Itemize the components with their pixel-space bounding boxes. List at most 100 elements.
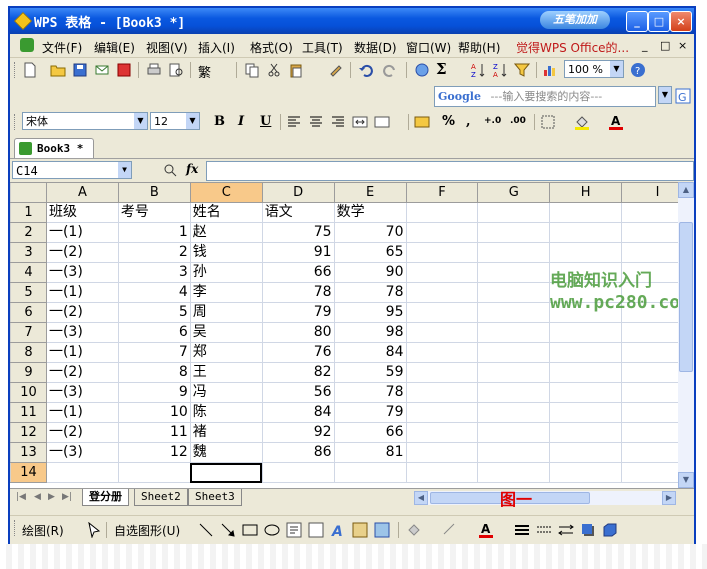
line-color-icon[interactable] [442, 522, 458, 538]
cell-b[interactable]: 12 [117, 442, 191, 463]
help-icon[interactable]: ? [630, 62, 646, 78]
cell-g[interactable] [477, 462, 551, 483]
merge-center-icon[interactable] [352, 114, 368, 130]
promo-link[interactable]: 觉得WPS Office的... [516, 39, 629, 56]
chart-icon[interactable] [542, 62, 558, 78]
cell-g[interactable] [477, 402, 551, 423]
format-painter-icon[interactable] [328, 62, 344, 78]
cell-g[interactable] [477, 282, 551, 303]
cell-c[interactable]: 陈 [189, 402, 263, 423]
menu-format[interactable]: 格式(O) [250, 39, 293, 56]
cell-d[interactable]: 82 [261, 362, 335, 383]
column-header-b[interactable]: B [117, 182, 191, 203]
autoshapes-menu-button[interactable]: 自选图形(U) [114, 522, 180, 539]
cell-g[interactable] [477, 262, 551, 283]
row-header[interactable]: 1 [10, 202, 47, 223]
row-header[interactable]: 3 [10, 242, 47, 263]
doc-restore-button[interactable]: □ [660, 39, 670, 52]
cell-g[interactable] [477, 322, 551, 343]
cell-a[interactable]: 一(2) [45, 422, 119, 443]
cell-d[interactable]: 79 [261, 302, 335, 323]
cell-d[interactable]: 56 [261, 382, 335, 403]
cell-b[interactable]: 3 [117, 262, 191, 283]
cell-h[interactable] [549, 222, 623, 243]
sheet-tab-1[interactable]: 登分册 [82, 489, 129, 506]
cell-d[interactable]: 91 [261, 242, 335, 263]
vertical-scroll-thumb[interactable] [679, 222, 693, 372]
clipart-icon[interactable] [352, 522, 368, 538]
row-header[interactable]: 8 [10, 342, 47, 363]
first-sheet-icon[interactable]: |◀ [16, 492, 26, 502]
scroll-left-icon[interactable]: ◀ [414, 491, 428, 505]
insert-function-button[interactable]: fx [186, 162, 198, 176]
save-icon[interactable] [72, 62, 88, 78]
autosum-button[interactable]: Σ [436, 60, 447, 78]
cell-d[interactable]: 语文 [261, 202, 335, 223]
menu-tools[interactable]: 工具(T) [302, 39, 343, 56]
draw-menu-button[interactable]: 绘图(R) [22, 522, 64, 539]
print-icon[interactable] [146, 62, 162, 78]
zoom-select[interactable]: 100 % ▼ [564, 60, 624, 78]
vertical-scrollbar[interactable]: ▲ ▼ [678, 182, 694, 488]
cell-e[interactable]: 数学 [333, 202, 407, 223]
cell-f[interactable] [405, 202, 479, 223]
menu-data[interactable]: 数据(D) [354, 39, 397, 56]
insert-picture-icon[interactable] [374, 522, 390, 538]
draw-font-color-icon[interactable]: A [478, 522, 494, 538]
cell-c[interactable]: 孙 [189, 262, 263, 283]
cell-e[interactable]: 78 [333, 282, 407, 303]
row-header[interactable]: 14 [10, 462, 47, 483]
sort-ascending-icon[interactable]: AZ [470, 62, 486, 78]
cell-a[interactable]: 一(2) [45, 362, 119, 383]
cell-a[interactable]: 一(1) [45, 342, 119, 363]
cell-a[interactable]: 一(1) [45, 282, 119, 303]
cell-e[interactable]: 78 [333, 382, 407, 403]
google-search-box[interactable]: Google ---输入要搜索的内容--- [434, 86, 656, 107]
cell-g[interactable] [477, 422, 551, 443]
column-header-d[interactable]: D [261, 182, 335, 203]
cell-h[interactable] [549, 362, 623, 383]
column-header-a[interactable]: A [45, 182, 119, 203]
cell-c[interactable]: 周 [189, 302, 263, 323]
decrease-decimal-button[interactable]: .00 [510, 116, 526, 126]
bold-button[interactable]: B [214, 114, 225, 129]
sheet-tab-2[interactable]: Sheet2 [134, 489, 188, 506]
cell-b[interactable]: 6 [117, 322, 191, 343]
cell-g[interactable] [477, 202, 551, 223]
cell-f[interactable] [405, 242, 479, 263]
cell-b[interactable]: 4 [117, 282, 191, 303]
row-header[interactable]: 2 [10, 222, 47, 243]
thousands-separator-button[interactable]: , [466, 114, 471, 129]
ellipse-tool-icon[interactable] [264, 522, 280, 538]
hyperlink-icon[interactable] [414, 62, 430, 78]
cell-b[interactable]: 考号 [117, 202, 191, 223]
align-center-icon[interactable] [308, 114, 324, 130]
scroll-down-icon[interactable]: ▼ [678, 472, 694, 488]
minimize-button[interactable]: _ [626, 11, 648, 32]
menu-file[interactable]: 文件(F) [42, 39, 82, 56]
copy-icon[interactable] [244, 62, 260, 78]
percent-button[interactable]: % [442, 114, 455, 129]
cell-e[interactable]: 79 [333, 402, 407, 423]
cell-h[interactable] [549, 422, 623, 443]
cell-h[interactable] [549, 342, 623, 363]
open-folder-icon[interactable] [50, 62, 66, 78]
cell-a[interactable]: 一(2) [45, 302, 119, 323]
cell-g[interactable] [477, 302, 551, 323]
cell-h[interactable] [549, 402, 623, 423]
sort-descending-icon[interactable]: ZA [492, 62, 508, 78]
row-header[interactable]: 13 [10, 442, 47, 463]
cell-f[interactable] [405, 422, 479, 443]
cell-f[interactable] [405, 382, 479, 403]
row-header[interactable]: 10 [10, 382, 47, 403]
wrap-text-icon[interactable] [374, 114, 390, 130]
cell-h[interactable] [549, 462, 623, 483]
dash-style-icon[interactable] [536, 522, 552, 538]
cell-g[interactable] [477, 382, 551, 403]
vertical-text-box-icon[interactable] [308, 522, 324, 538]
cell-g[interactable] [477, 442, 551, 463]
doc-minimize-button[interactable]: _ [642, 39, 648, 52]
cell-f[interactable] [405, 442, 479, 463]
cell-a[interactable]: 一(3) [45, 382, 119, 403]
menu-window[interactable]: 窗口(W) [406, 39, 451, 56]
